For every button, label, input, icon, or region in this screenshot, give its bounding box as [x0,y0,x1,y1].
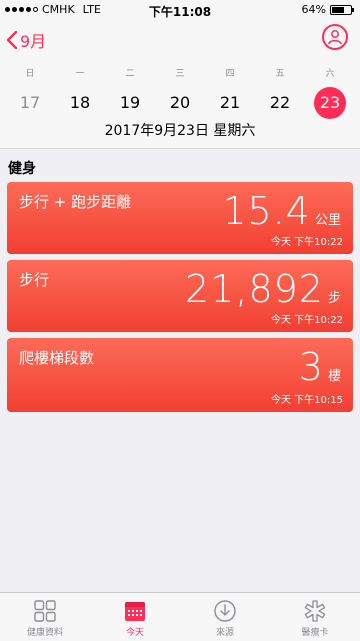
tab-today[interactable]: 今天 [90,593,180,641]
card-value: 15.4 [222,189,311,233]
grid-icon [34,600,56,622]
chevron-left-icon [6,31,18,49]
day-tue[interactable]: 二 19 [105,66,155,119]
flights-climbed-card[interactable]: 爬樓梯段數 3 樓 今天 下午10:15 [7,338,353,412]
day-sat-selected[interactable]: 六 23 [305,66,355,119]
person-icon [328,30,342,45]
card-value: 21,892 [185,267,324,311]
tab-label: 醫療卡 [301,628,329,638]
card-value: 3 [298,345,324,389]
calendar-header: 9月 日 17 一 18 二 19 三 20 四 21 五 22 六 23 20… [0,20,360,149]
download-icon [214,600,236,622]
card-unit: 步 [327,291,341,306]
tab-sources[interactable]: 來源 [180,593,270,641]
back-label: 9月 [20,32,47,51]
tab-label: 來源 [215,628,234,638]
battery-icon [330,4,354,15]
section-title: 健身 [8,161,36,177]
status-bar: CMHK LTE 下午11:08 64% [0,0,360,20]
tab-medical-id[interactable]: 醫療卡 [270,593,360,641]
card-time: 今天 下午10:22 [271,315,343,326]
tab-bar: 健康資料 今天 來源 醫療卡 [0,592,360,641]
medical-star-icon [304,600,326,622]
distance-card[interactable]: 步行 + 跑步距離 15.4 公里 今天 下午10:22 [7,182,353,254]
tab-label: 今天 [125,628,144,638]
card-unit: 公里 [314,213,341,228]
selected-date-label: 2017年9月23日 星期六 [104,123,256,139]
calendar-icon [125,602,145,621]
card-title: 爬樓梯段數 [19,349,95,367]
profile-button[interactable] [322,24,348,50]
back-button[interactable]: 9月 [6,28,46,52]
week-strip: 日 17 一 18 二 19 三 20 四 21 五 22 六 23 [5,66,355,119]
card-title: 步行 [19,271,50,289]
card-unit: 樓 [327,369,341,384]
tab-health-data[interactable]: 健康資料 [0,593,90,641]
steps-card[interactable]: 步行 21,892 步 今天 下午10:22 [7,260,353,332]
day-mon[interactable]: 一 18 [55,66,105,119]
card-time: 今天 下午10:15 [271,395,343,406]
card-time: 今天 下午10:22 [271,237,343,248]
day-wed[interactable]: 三 20 [155,66,205,119]
tab-label: 健康資料 [26,628,63,638]
day-fri[interactable]: 五 22 [255,66,305,119]
day-thu[interactable]: 四 21 [205,66,255,119]
battery-percent: 64% [301,3,326,16]
day-sun[interactable]: 日 17 [5,66,55,119]
card-title: 步行 + 跑步距離 [19,193,132,211]
